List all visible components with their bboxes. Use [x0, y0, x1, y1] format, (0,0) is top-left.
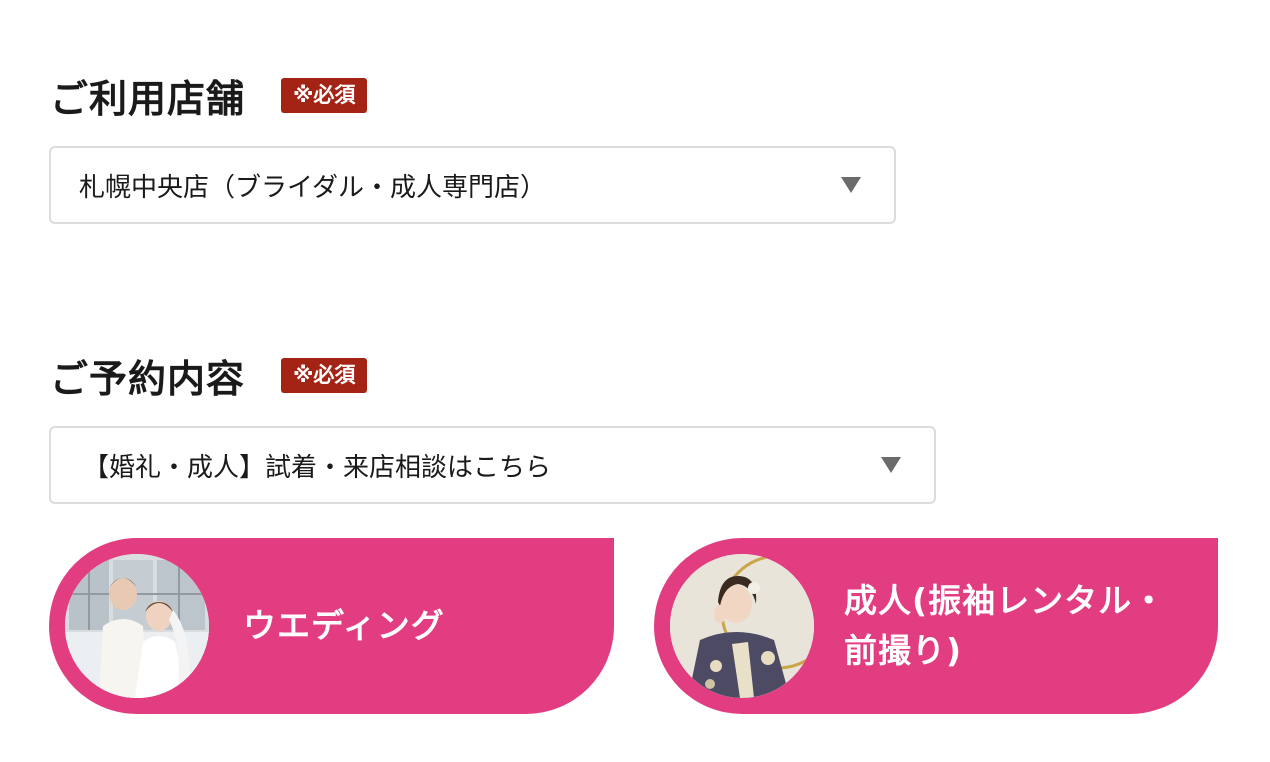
content-required-badge: ※必須 — [281, 358, 368, 393]
store-required-badge: ※必須 — [281, 78, 368, 113]
seijin-category-label: 成人(振袖レンタル・前撮り) — [844, 581, 1167, 670]
content-select[interactable]: 【婚礼・成人】試着・来店相談はこちら — [49, 426, 936, 504]
store-select[interactable]: 札幌中央店（ブライダル・成人専門店） — [49, 146, 896, 224]
wedding-couple-photo — [65, 554, 209, 698]
wedding-category-button[interactable]: ウエディング — [49, 538, 614, 714]
content-section-heading: ご予約内容 ※必須 — [50, 348, 368, 403]
triangle-down-icon — [841, 177, 861, 193]
furisode-woman-photo — [670, 554, 814, 698]
content-section-title: ご予約内容 — [50, 357, 246, 401]
content-select-value: 【婚礼・成人】試着・来店相談はこちら — [83, 452, 552, 483]
store-select-value: 札幌中央店（ブライダル・成人専門店） — [79, 172, 546, 203]
seijin-category-button[interactable]: 成人(振袖レンタル・前撮り) — [654, 538, 1218, 714]
wedding-category-label: ウエディング — [243, 606, 445, 645]
triangle-down-icon — [881, 457, 901, 473]
store-section-title: ご利用店舗 — [50, 77, 246, 121]
store-section-heading: ご利用店舗 ※必須 — [50, 68, 368, 123]
